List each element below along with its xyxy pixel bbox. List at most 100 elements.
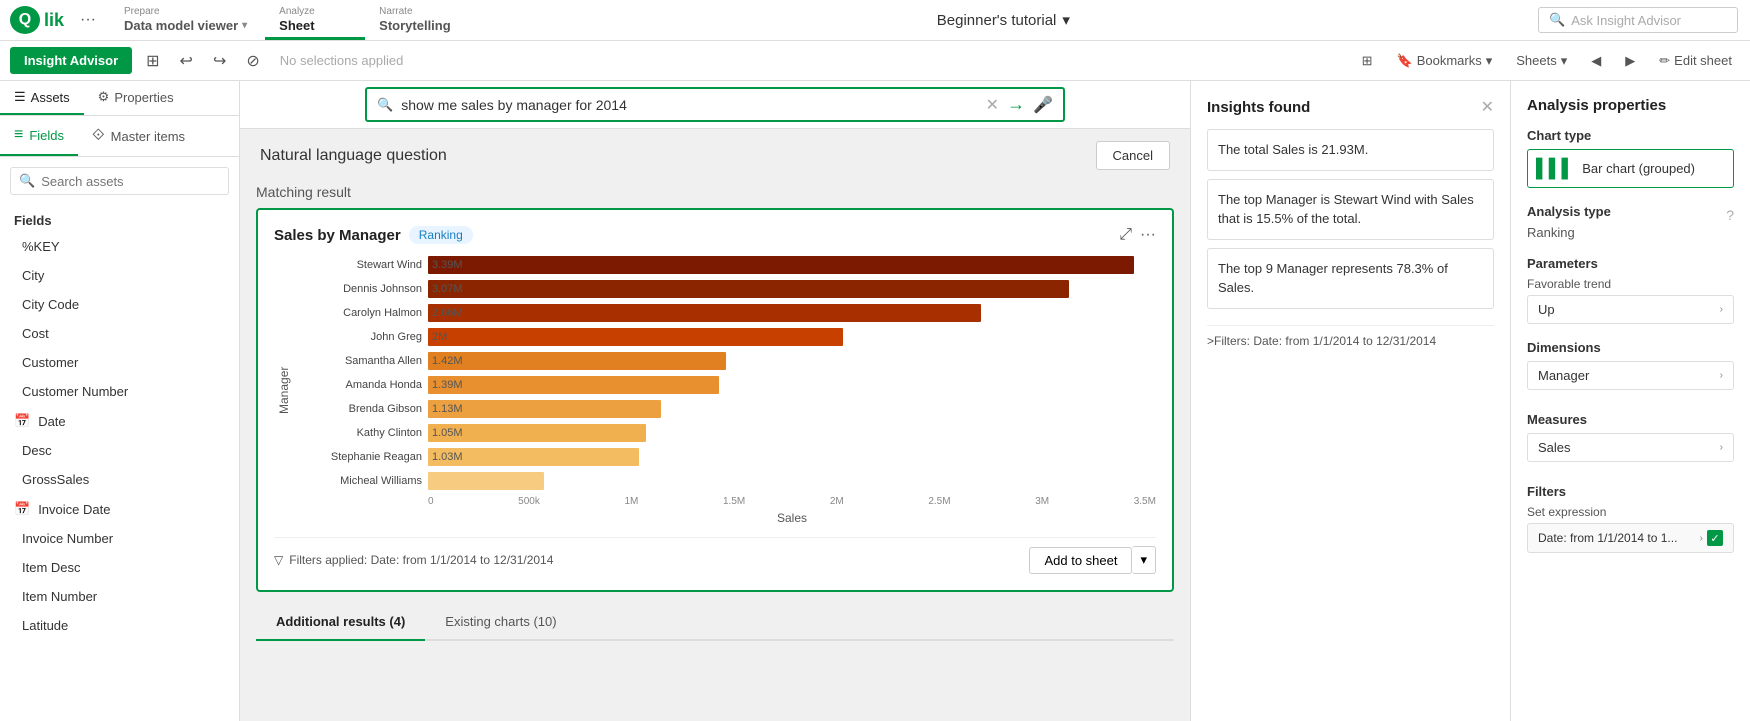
- nlq-header: Natural language question Cancel: [240, 129, 1190, 174]
- add-to-sheet-group: Add to sheet ▾: [1029, 546, 1156, 574]
- filters-label: Filters: [1527, 484, 1734, 499]
- chart-footer: ▽ Filters applied: Date: from 1/1/2014 t…: [274, 537, 1156, 574]
- search-input[interactable]: [401, 97, 977, 113]
- dimension-manager-row[interactable]: Manager ›: [1527, 361, 1734, 390]
- help-icon[interactable]: ?: [1726, 207, 1734, 223]
- parameters-section: Parameters Favorable trend Up ›: [1527, 256, 1734, 324]
- chart-type-label: Chart type: [1527, 128, 1734, 143]
- tab-properties[interactable]: ⚙ Properties: [84, 81, 188, 115]
- expand-icon[interactable]: ⤢: [1119, 226, 1132, 244]
- nav-prepare[interactable]: Prepare Data model viewer ▾: [110, 0, 265, 40]
- x-axis: 0 500k 1M 1.5M 2M 2.5M 3M 3.5M: [302, 496, 1156, 507]
- list-item[interactable]: Item Number: [0, 582, 239, 611]
- clear-selections-icon[interactable]: ⊘: [240, 47, 265, 75]
- nav-prepare-label: Prepare: [124, 6, 247, 17]
- list-item[interactable]: Customer: [0, 348, 239, 377]
- nav-analyze-sub: Sheet: [279, 18, 347, 33]
- search-assets-icon: 🔍: [19, 173, 35, 189]
- list-item[interactable]: Customer Number: [0, 377, 239, 406]
- list-item[interactable]: Item Desc: [0, 553, 239, 582]
- nav-analyze[interactable]: Analyze Sheet: [265, 0, 365, 40]
- nav-item-fields[interactable]: ≡ Fields: [0, 116, 78, 156]
- analysis-title: Analysis properties: [1527, 97, 1734, 114]
- filter-icon: ▽: [274, 553, 283, 567]
- list-item[interactable]: City Code: [0, 290, 239, 319]
- list-item[interactable]: City: [0, 261, 239, 290]
- sheets-button[interactable]: Sheets ▾: [1508, 49, 1575, 73]
- nav-prev-button[interactable]: ◀: [1583, 49, 1609, 73]
- nav-narrate[interactable]: Narrate Storytelling: [365, 0, 469, 40]
- favorable-trend-label: Favorable trend: [1527, 277, 1734, 291]
- search-icon: 🔍: [1549, 12, 1565, 28]
- back-icon[interactable]: ↩: [174, 47, 199, 75]
- cancel-button[interactable]: Cancel: [1096, 141, 1170, 170]
- search-assets-input[interactable]: [41, 174, 220, 189]
- list-item[interactable]: Latitude: [0, 611, 239, 640]
- search-submit-icon[interactable]: →: [1007, 94, 1025, 115]
- insight-advisor-button[interactable]: Insight Advisor: [10, 47, 132, 74]
- add-to-sheet-button[interactable]: Add to sheet: [1029, 547, 1132, 574]
- nav-center: Beginner's tutorial ▾: [469, 0, 1538, 40]
- clear-search-icon[interactable]: ✕: [986, 95, 999, 115]
- assets-icon: ☰: [14, 89, 26, 105]
- more-options-icon[interactable]: ···: [1140, 226, 1156, 244]
- chart-header: Sales by Manager Ranking ⤢ ···: [274, 226, 1156, 244]
- add-to-sheet-dropdown-button[interactable]: ▾: [1132, 546, 1156, 574]
- close-insights-icon[interactable]: ✕: [1481, 97, 1494, 117]
- app-name-chevron-icon: ▾: [1062, 11, 1070, 29]
- insights-header: Insights found ✕: [1207, 97, 1494, 117]
- nav-item-master-items[interactable]: ⟐ Master items: [78, 116, 199, 156]
- ask-insight-advisor-box[interactable]: 🔍 Ask Insight Advisor: [1538, 7, 1738, 33]
- nav-dots-menu[interactable]: ···: [76, 11, 100, 29]
- bar-row: Amanda Honda1.39M: [302, 376, 1156, 394]
- ranking-badge: Ranking: [409, 226, 473, 244]
- chart-card: Sales by Manager Ranking ⤢ ··· Manager S…: [256, 208, 1174, 592]
- search-bar-area: 🔍 ✕ → 🎤: [240, 81, 1190, 129]
- filter-expression-row[interactable]: Date: from 1/1/2014 to 1... › ✓: [1527, 523, 1734, 553]
- mic-icon[interactable]: 🎤: [1033, 95, 1053, 115]
- tab-assets[interactable]: ☰ Assets: [0, 81, 84, 115]
- search-bar[interactable]: 🔍 ✕ → 🎤: [365, 87, 1065, 122]
- edit-icon: ✏: [1659, 53, 1670, 69]
- measures-section: Measures Sales ›: [1527, 412, 1734, 468]
- nav-analyze-label: Analyze: [279, 6, 347, 17]
- list-item[interactable]: Invoice Number: [0, 524, 239, 553]
- nav-next-button[interactable]: ▶: [1617, 49, 1643, 73]
- forward-icon[interactable]: ↪: [207, 47, 232, 75]
- tab-additional-results[interactable]: Additional results (4): [256, 604, 425, 641]
- bar-row: Samantha Allen1.42M: [302, 352, 1156, 370]
- tab-existing-charts[interactable]: Existing charts (10): [425, 604, 576, 641]
- bar-chart-main: Stewart Wind3.39M Dennis Johnson3.07M Ca…: [302, 256, 1156, 525]
- list-item[interactable]: Cost: [0, 319, 239, 348]
- bookmarks-chevron-icon: ▾: [1486, 53, 1493, 69]
- nav-right: 🔍 Ask Insight Advisor: [1538, 0, 1750, 40]
- nav-narrate-sub: Storytelling: [379, 18, 451, 33]
- measures-label: Measures: [1527, 412, 1734, 427]
- app-name-button[interactable]: Beginner's tutorial ▾: [937, 11, 1070, 29]
- master-items-icon: ⟐: [92, 127, 105, 145]
- selection-toolbar-icon[interactable]: ⊞: [140, 47, 165, 75]
- edit-sheet-button[interactable]: ✏ Edit sheet: [1651, 49, 1740, 73]
- grid-view-button[interactable]: ⊞: [1354, 49, 1381, 73]
- list-item[interactable]: GrossSales: [0, 465, 239, 494]
- list-item[interactable]: %KEY: [0, 232, 239, 261]
- bar-row: Dennis Johnson3.07M: [302, 280, 1156, 298]
- chart-type-value: Bar chart (grouped): [1582, 161, 1695, 176]
- list-item[interactable]: 📅 Invoice Date: [0, 494, 239, 524]
- qlik-q-icon: Q: [10, 6, 40, 34]
- filter-applied-label: ▽ Filters applied: Date: from 1/1/2014 t…: [274, 553, 553, 567]
- measure-sales-row[interactable]: Sales ›: [1527, 433, 1734, 462]
- chart-type-row[interactable]: ▌▌▌ Bar chart (grouped): [1527, 149, 1734, 188]
- bookmarks-button[interactable]: 🔖 Bookmarks ▾: [1389, 49, 1501, 73]
- x-axis-label: Sales: [302, 511, 1156, 525]
- list-item[interactable]: 📅 Date: [0, 406, 239, 436]
- list-item[interactable]: Desc: [0, 436, 239, 465]
- favorable-trend-dropdown[interactable]: Up ›: [1527, 295, 1734, 324]
- search-assets-box[interactable]: 🔍: [10, 167, 229, 195]
- tabs-row: Additional results (4) Existing charts (…: [256, 604, 1174, 641]
- nlq-title: Natural language question: [260, 147, 447, 165]
- bar-row: Stephanie Reagan1.03M: [302, 448, 1156, 466]
- properties-icon: ⚙: [98, 89, 110, 105]
- no-selections-label: No selections applied: [280, 53, 404, 68]
- filter-checkbox[interactable]: ✓: [1707, 530, 1723, 546]
